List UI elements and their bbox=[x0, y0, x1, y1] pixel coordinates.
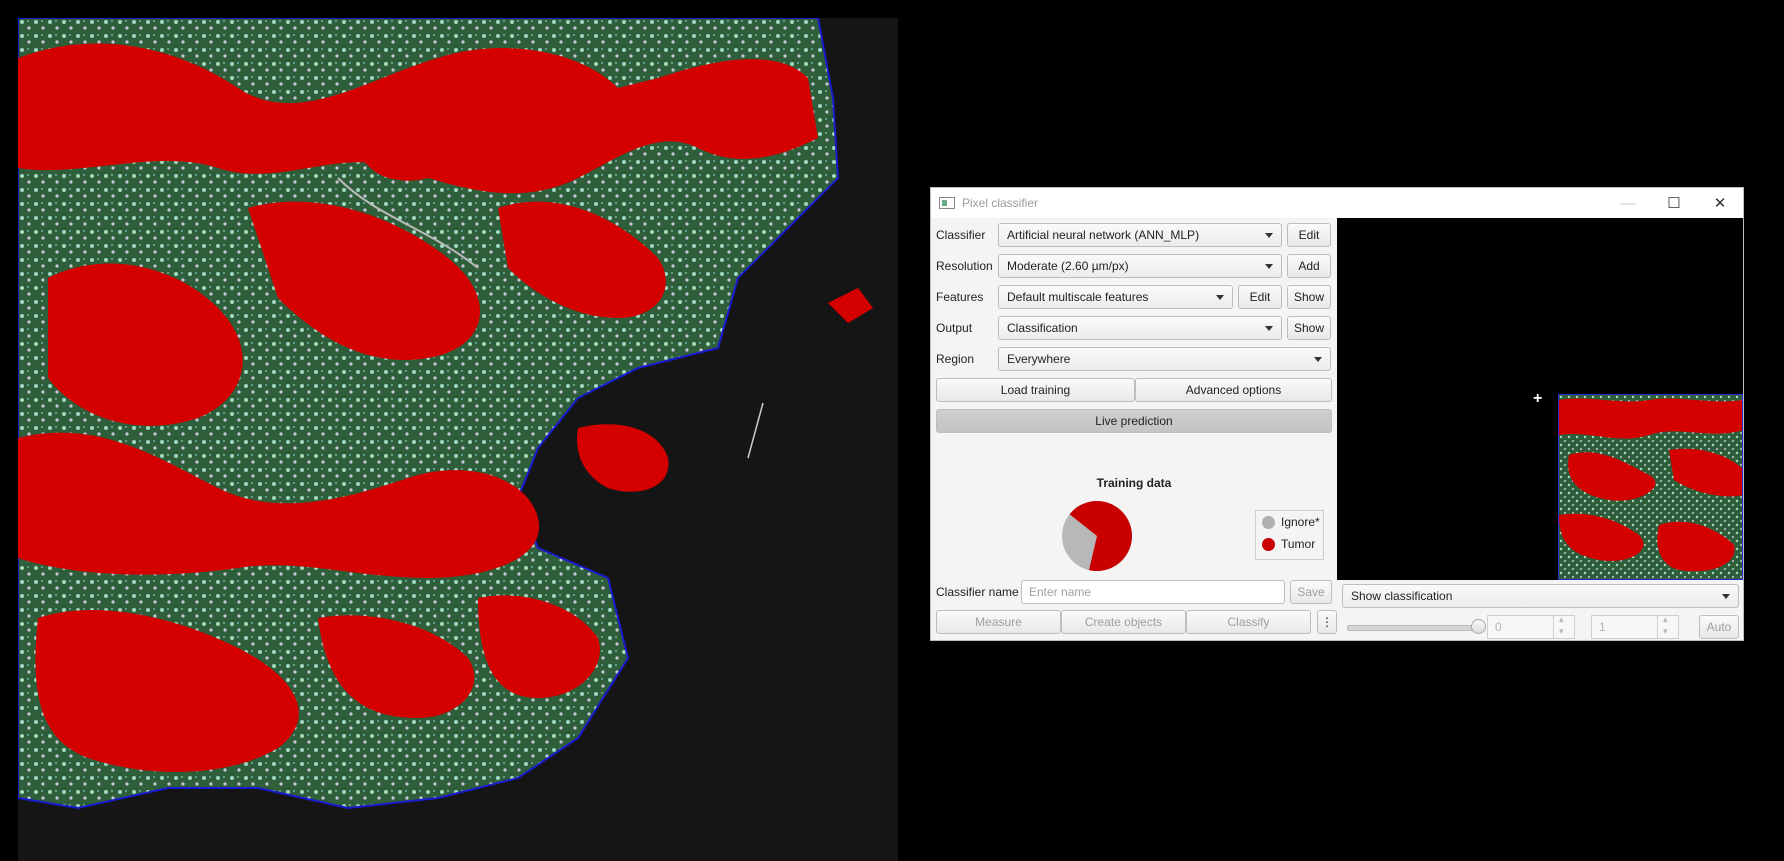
load-training-button[interactable]: Load training bbox=[936, 378, 1135, 402]
min-value-text: 0 bbox=[1495, 620, 1502, 634]
classifier-name-input[interactable]: Enter name bbox=[1021, 580, 1285, 604]
title-bar[interactable]: Pixel classifier — ☐ ✕ bbox=[931, 188, 1743, 218]
display-controls: Show classification 0 1 Auto bbox=[1337, 580, 1745, 642]
measure-button[interactable]: Measure bbox=[936, 610, 1061, 634]
advanced-options-button[interactable]: Advanced options bbox=[1135, 378, 1332, 402]
settings-panel: Classifier Artificial neural network (AN… bbox=[931, 218, 1337, 642]
slider-handle[interactable] bbox=[1471, 619, 1486, 634]
chevron-down-icon bbox=[1265, 233, 1273, 238]
auto-button[interactable]: Auto bbox=[1699, 615, 1739, 639]
save-button[interactable]: Save bbox=[1290, 580, 1332, 604]
thumbnail-image bbox=[1559, 395, 1742, 579]
legend-swatch-tumor bbox=[1262, 537, 1275, 551]
chevron-down-icon bbox=[1314, 357, 1322, 362]
display-mode-value: Show classification bbox=[1351, 589, 1453, 603]
features-label: Features bbox=[936, 290, 984, 304]
training-legend: Ignore* Tumor bbox=[1255, 510, 1324, 560]
features-show-button[interactable]: Show bbox=[1287, 285, 1331, 309]
classifier-label: Classifier bbox=[936, 228, 986, 242]
legend-item-tumor: Tumor bbox=[1256, 533, 1323, 555]
chevron-down-icon bbox=[1722, 594, 1730, 599]
classifier-value: Artificial neural network (ANN_MLP) bbox=[1007, 228, 1200, 242]
opacity-slider[interactable] bbox=[1347, 625, 1481, 631]
region-value: Everywhere bbox=[1007, 352, 1071, 366]
legend-label-tumor: Tumor bbox=[1281, 537, 1316, 551]
region-dropdown[interactable]: Everywhere bbox=[998, 347, 1331, 371]
spinner-arrows-icon[interactable] bbox=[1553, 614, 1574, 638]
output-show-button[interactable]: Show bbox=[1287, 316, 1331, 340]
classifier-dropdown[interactable]: Artificial neural network (ANN_MLP) bbox=[998, 223, 1282, 247]
legend-label-ignore: Ignore* bbox=[1281, 515, 1320, 529]
live-prediction-toggle[interactable]: Live prediction bbox=[936, 409, 1332, 433]
preview-thumbnail[interactable] bbox=[1558, 394, 1743, 580]
resolution-value: Moderate (2.60 µm/px) bbox=[1007, 259, 1129, 273]
max-value-text: 1 bbox=[1599, 620, 1606, 634]
classifier-edit-button[interactable]: Edit bbox=[1287, 223, 1331, 247]
chevron-down-icon bbox=[1265, 264, 1273, 269]
chevron-down-icon bbox=[1216, 295, 1224, 300]
features-edit-button[interactable]: Edit bbox=[1238, 285, 1282, 309]
classification-overlay bbox=[18, 18, 873, 810]
features-value: Default multiscale features bbox=[1007, 290, 1149, 304]
region-label: Region bbox=[936, 352, 975, 366]
features-dropdown[interactable]: Default multiscale features bbox=[998, 285, 1233, 309]
output-label: Output bbox=[936, 321, 973, 335]
create-objects-button[interactable]: Create objects bbox=[1061, 610, 1186, 634]
classify-button[interactable]: Classify bbox=[1186, 610, 1311, 634]
app-icon bbox=[939, 197, 955, 209]
classifier-name-label: Classifier name bbox=[936, 585, 1019, 599]
max-value-spinner[interactable]: 1 bbox=[1591, 614, 1679, 639]
crosshair-cursor-icon: + bbox=[1533, 390, 1543, 407]
legend-item-ignore: Ignore* bbox=[1256, 511, 1323, 533]
image-viewer[interactable] bbox=[18, 18, 898, 861]
close-icon[interactable]: ✕ bbox=[1697, 188, 1743, 218]
display-mode-dropdown[interactable]: Show classification bbox=[1342, 584, 1739, 608]
preview-panel[interactable]: + bbox=[1337, 218, 1743, 580]
more-options-button[interactable]: ⋮ bbox=[1317, 610, 1337, 634]
legend-swatch-ignore bbox=[1262, 515, 1275, 529]
training-pie-chart bbox=[1062, 501, 1132, 571]
resolution-add-button[interactable]: Add bbox=[1287, 254, 1331, 278]
pixel-classifier-dialog: Pixel classifier — ☐ ✕ Classifier Artifi… bbox=[930, 187, 1744, 641]
spinner-arrows-icon[interactable] bbox=[1657, 614, 1678, 638]
resolution-label: Resolution bbox=[936, 259, 993, 273]
output-value: Classification bbox=[1007, 321, 1078, 335]
min-value-spinner[interactable]: 0 bbox=[1487, 614, 1575, 639]
resolution-dropdown[interactable]: Moderate (2.60 µm/px) bbox=[998, 254, 1282, 278]
chevron-down-icon bbox=[1265, 326, 1273, 331]
minimize-icon[interactable]: — bbox=[1605, 188, 1651, 218]
output-dropdown[interactable]: Classification bbox=[998, 316, 1282, 340]
dialog-title: Pixel classifier bbox=[962, 196, 1039, 210]
maximize-icon[interactable]: ☐ bbox=[1651, 188, 1697, 218]
training-data-title: Training data bbox=[1096, 476, 1172, 490]
